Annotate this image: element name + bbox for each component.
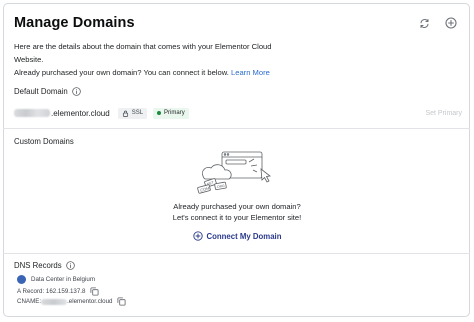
connect-my-domain-label: Connect My Domain — [206, 231, 282, 241]
cname-prefix: CNAME: — [17, 298, 42, 305]
copy-icon[interactable] — [117, 297, 126, 306]
a-record-text: A Record: 162.159.137.8 — [17, 288, 86, 295]
page-title: Manage Domains — [14, 15, 135, 31]
intro-line-3: Already purchased your own domain? You c… — [14, 66, 304, 79]
intro-text: Here are the details about the domain th… — [14, 40, 304, 79]
empty-state-line-2: Let's connect it to your Elementor site! — [172, 213, 302, 222]
lock-icon — [122, 110, 128, 117]
card-header: Manage Domains — [14, 14, 462, 34]
flag-icon — [17, 275, 26, 284]
intro-line-2: Website. — [14, 55, 44, 64]
info-icon[interactable] — [65, 261, 75, 270]
custom-domains-label-text: Custom Domains — [14, 137, 74, 146]
default-domain-label: Default Domain — [14, 87, 81, 96]
default-domain-name: .elementor.cloud — [51, 108, 110, 118]
section-divider — [3, 253, 470, 254]
intro-line-1: Here are the details about the domain th… — [14, 42, 272, 51]
datacenter-row: Data Center in Belgium — [17, 275, 95, 284]
connect-my-domain-button[interactable]: Connect My Domain — [0, 231, 474, 241]
copy-icon[interactable] — [90, 287, 99, 296]
cname-suffix: .elementor.cloud — [67, 298, 113, 305]
intro-line-3-text: Already purchased your own domain? You c… — [14, 68, 229, 77]
dns-records-label: DNS Records — [14, 261, 75, 270]
default-domain-row: .elementor.cloud SSL Primary Set Primary — [14, 107, 462, 119]
default-domain-label-text: Default Domain — [14, 87, 68, 96]
status-dot-icon — [157, 111, 162, 115]
datacenter-text: Data Center in Belgium — [31, 276, 95, 283]
add-domain-icon[interactable] — [443, 15, 459, 31]
section-divider — [3, 128, 470, 129]
learn-more-link[interactable]: Learn More — [231, 68, 270, 77]
cname-row: CNAME: .elementor.cloud — [17, 297, 126, 306]
custom-domains-label: Custom Domains — [14, 137, 74, 146]
domain-illustration-icon: .NET .COM .ORG — [197, 151, 271, 194]
redacted-subdomain — [14, 109, 50, 117]
primary-badge: Primary — [153, 107, 189, 119]
info-icon[interactable] — [71, 87, 81, 96]
ssl-label: SSL — [131, 110, 144, 116]
primary-label: Primary — [164, 110, 185, 116]
set-primary-button[interactable]: Set Primary — [425, 110, 462, 117]
redacted-cname — [41, 298, 68, 305]
a-record-row: A Record: 162.159.137.8 — [17, 287, 99, 296]
ssl-badge: SSL — [117, 107, 148, 119]
plus-circle-icon — [192, 231, 203, 241]
refresh-icon[interactable] — [416, 15, 432, 31]
dns-records-label-text: DNS Records — [14, 261, 62, 270]
